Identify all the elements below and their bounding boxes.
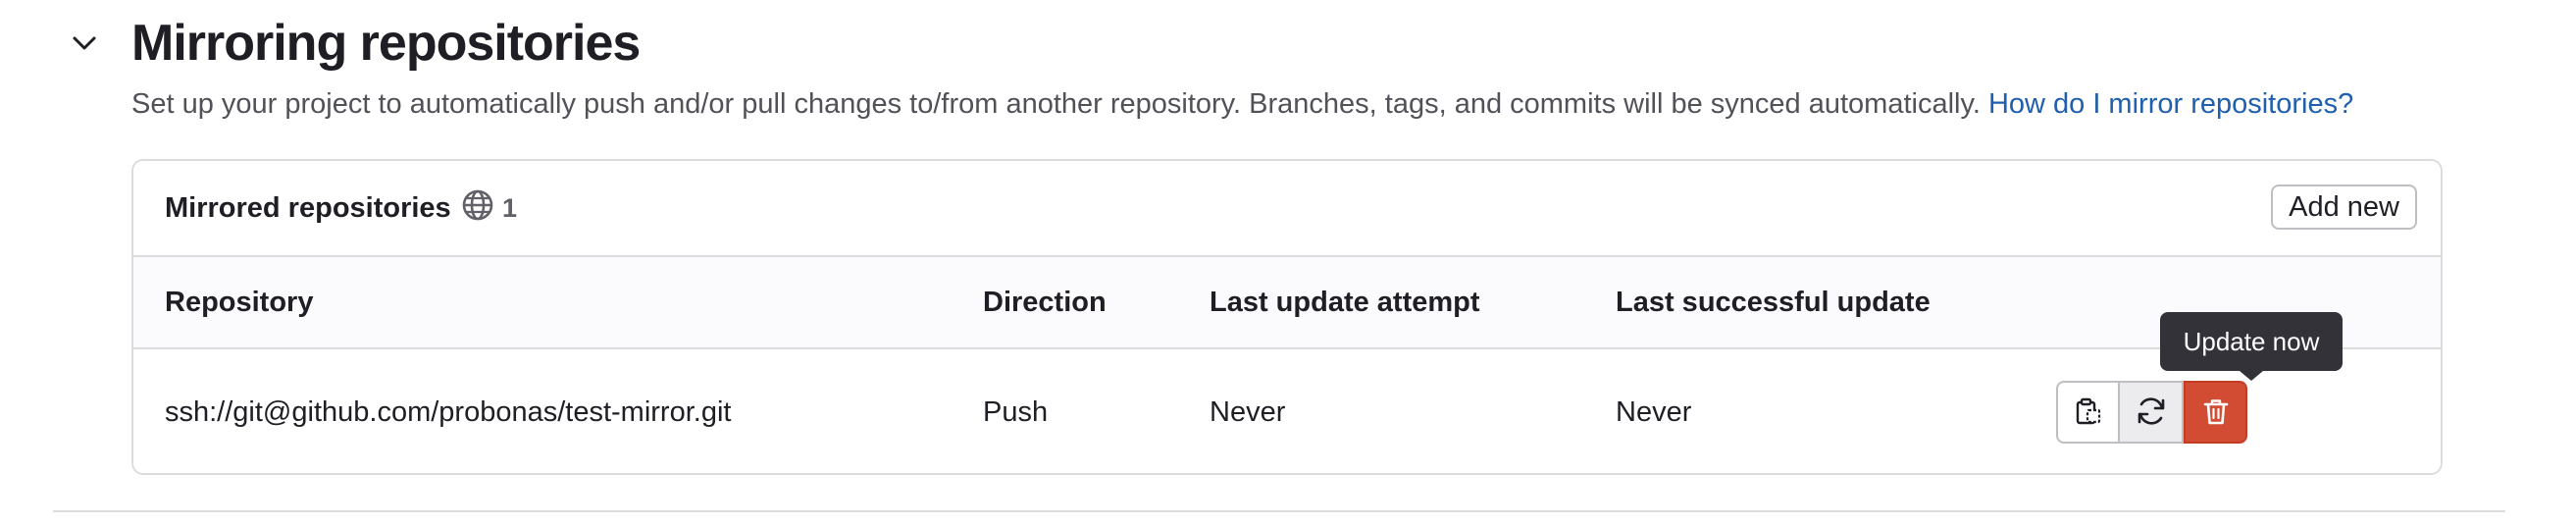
section-description: Set up your project to automatically pus…	[131, 84, 2353, 124]
repository-url: ssh://git@github.com/probonas/test-mirro…	[165, 396, 732, 428]
help-link[interactable]: How do I mirror repositories?	[1988, 88, 2353, 120]
copy-url-button[interactable]	[2056, 381, 2120, 444]
mirror-count-badge: 1	[461, 188, 517, 228]
row-actions	[2056, 381, 2247, 444]
section-description-text: Set up your project to automatically pus…	[131, 88, 1981, 120]
column-header-last-successful-update: Last successful update	[1616, 287, 1931, 318]
last-update-attempt: Never	[1210, 396, 1286, 428]
card-header: Mirrored repositories 1 Add new	[133, 161, 2441, 257]
mirroring-repositories-section: Mirroring repositories Set up your proje…	[0, 0, 2576, 526]
delete-mirror-button[interactable]	[2184, 381, 2247, 444]
mirror-direction: Push	[983, 396, 1049, 428]
section-divider	[53, 510, 2505, 512]
chevron-down-icon	[69, 27, 100, 64]
column-header-direction: Direction	[983, 287, 1107, 318]
section-title: Mirroring repositories	[131, 15, 641, 72]
update-now-button[interactable]	[2120, 381, 2184, 444]
copy-to-clipboard-icon	[2074, 396, 2103, 429]
retry-icon	[2134, 394, 2169, 432]
update-now-tooltip: Update now	[2160, 312, 2343, 371]
table-header-row: Repository Direction Last update attempt…	[133, 257, 2441, 349]
add-new-button[interactable]: Add new	[2271, 184, 2417, 230]
card-title: Mirrored repositories	[165, 192, 451, 224]
mirror-count: 1	[502, 192, 518, 223]
column-header-repository: Repository	[165, 287, 314, 318]
mirrored-repositories-card: Mirrored repositories 1 Add new Reposito…	[131, 159, 2443, 475]
column-header-last-update-attempt: Last update attempt	[1210, 287, 1480, 318]
collapse-toggle[interactable]	[61, 22, 108, 69]
trash-icon	[2201, 396, 2231, 429]
last-successful-update: Never	[1616, 396, 1692, 428]
globe-icon	[461, 188, 494, 229]
tooltip-arrow	[2240, 371, 2263, 381]
table-row: ssh://git@github.com/probonas/test-mirro…	[133, 349, 2441, 473]
